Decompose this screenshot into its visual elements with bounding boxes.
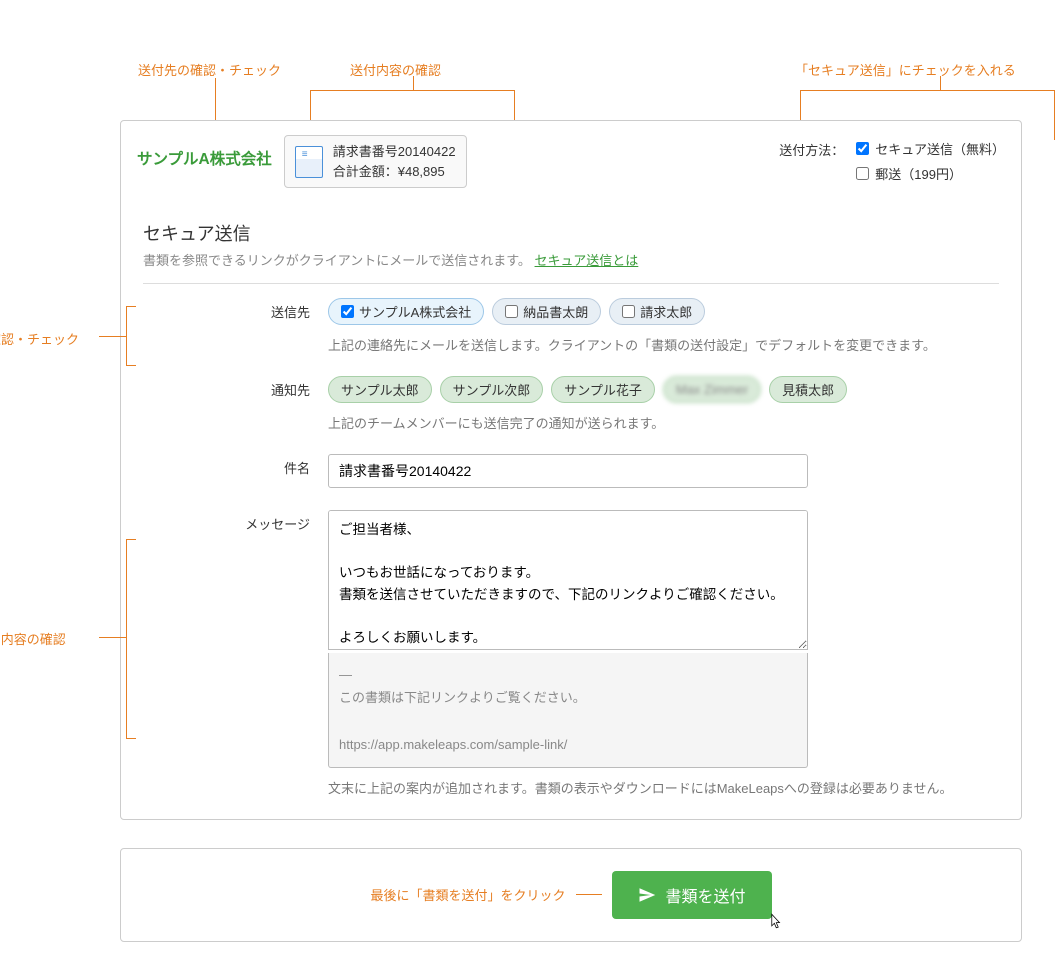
send-to-label: 送信先 — [143, 298, 328, 354]
annotation-top-3: 「セキュア送信」にチェックを入れる — [795, 60, 1016, 79]
method-post-checkbox[interactable] — [856, 167, 869, 180]
cursor-icon — [766, 911, 784, 937]
send-to-option-2[interactable]: 請求太郎 — [609, 298, 705, 325]
annotation-top-2: 送付内容の確認 — [350, 60, 441, 79]
send-method-label: 送付方法： — [779, 139, 844, 159]
annotation-bottom: 最後に「書類を送付」をクリック — [370, 885, 565, 904]
annotation-side-2: メッセージ内容の確認 — [0, 629, 66, 648]
notify-pill-1[interactable]: サンプル次郎 — [440, 376, 544, 403]
send-to-option-0[interactable]: サンプルA株式会社 — [328, 298, 484, 325]
main-panel: 送付先の確認・チェック メッセージ内容の確認 サンプルA株式会社 請求書番号20… — [120, 120, 1022, 820]
notify-pill-4[interactable]: 見積太郎 — [769, 376, 847, 403]
message-help: 文末に上記の案内が追加されます。書類の表示やダウンロードにはMakeLeapsへ… — [328, 778, 1028, 797]
notify-pill-0[interactable]: サンプル太郎 — [328, 376, 432, 403]
paper-plane-icon — [638, 886, 656, 904]
notify-to-label: 通知先 — [143, 376, 328, 432]
secure-send-info-link[interactable]: セキュア送信とは — [535, 253, 639, 268]
document-total: 合計金額：¥48,895 — [333, 162, 456, 182]
company-name: サンプルA株式会社 — [137, 135, 272, 169]
message-footer: — この書類は下記リンクよりご覧ください。 https://app.makele… — [328, 653, 808, 768]
message-label: メッセージ — [143, 510, 328, 797]
bottom-panel: 最後に「書類を送付」をクリック 書類を送付 — [120, 848, 1022, 942]
message-textarea[interactable] — [328, 510, 808, 650]
notify-pill-2[interactable]: サンプル花子 — [551, 376, 655, 403]
section-desc: 書類を参照できるリンクがクライアントにメールで送信されます。 セキュア送信とは — [143, 250, 999, 269]
method-secure-send[interactable]: セキュア送信（無料） — [856, 139, 1005, 158]
notify-pill-3[interactable]: Max Zimmer — [663, 376, 761, 403]
subject-label: 件名 — [143, 454, 328, 488]
document-summary: 請求書番号20140422 合計金額：¥48,895 — [284, 135, 467, 188]
send-to-option-1[interactable]: 納品書太朗 — [492, 298, 601, 325]
method-post[interactable]: 郵送（199円） — [856, 164, 1005, 183]
send-to-help: 上記の連絡先にメールを送信します。クライアントの「書類の送付設定」でデフォルトを… — [328, 335, 999, 354]
document-icon — [295, 146, 323, 178]
annotation-top-1: 送付先の確認・チェック — [138, 60, 281, 79]
send-document-button[interactable]: 書類を送付 — [612, 871, 772, 919]
annotation-side-1: 送付先の確認・チェック — [0, 329, 79, 348]
notify-to-help: 上記のチームメンバーにも送信完了の通知が送られます。 — [328, 413, 999, 432]
document-title: 請求書番号20140422 — [333, 142, 456, 162]
method-secure-checkbox[interactable] — [856, 142, 869, 155]
section-title: セキュア送信 — [143, 220, 999, 246]
subject-input[interactable] — [328, 454, 808, 488]
